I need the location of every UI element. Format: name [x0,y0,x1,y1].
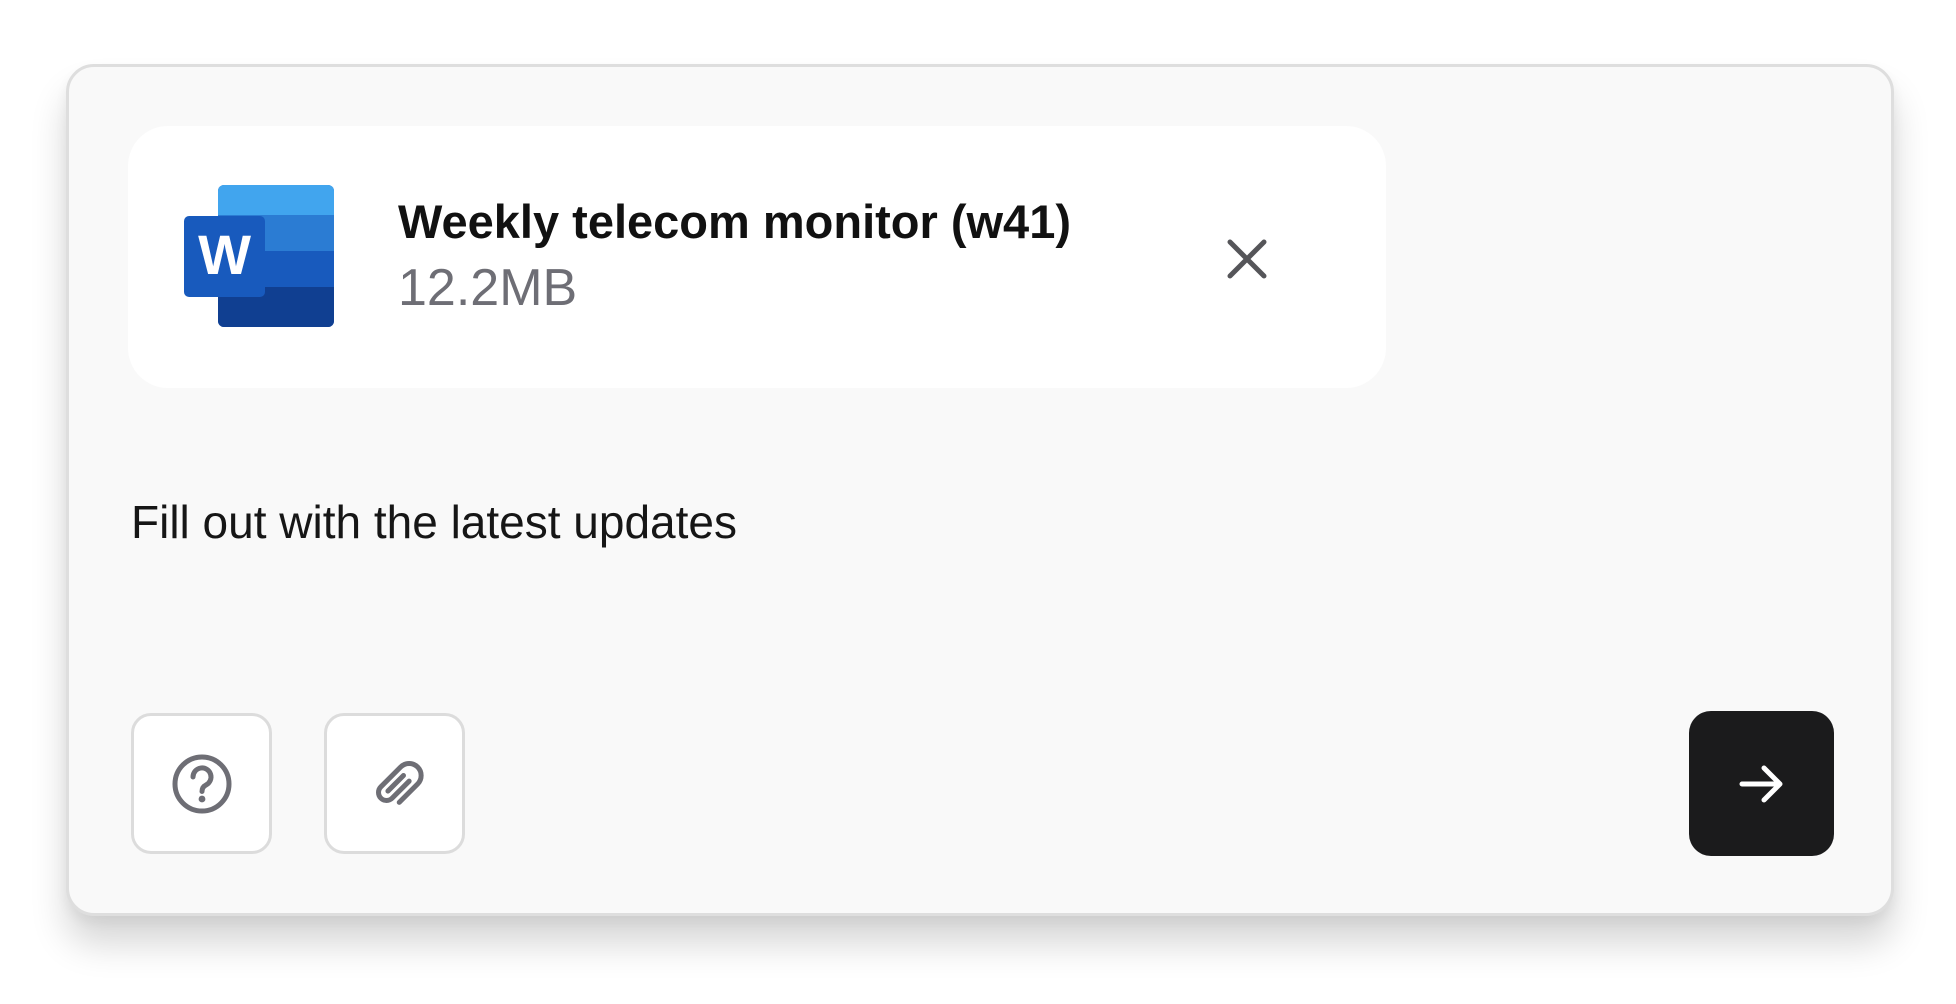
attach-file-button[interactable] [324,713,465,854]
prompt-input[interactable]: Fill out with the latest updates [131,494,737,550]
file-info: Weekly telecom monitor (w41) 12.2MB [398,194,1071,318]
attachment-card: W Weekly telecom monitor (w41) 12.2MB [128,126,1386,388]
send-button[interactable] [1689,711,1834,856]
file-name: Weekly telecom monitor (w41) [398,195,1071,248]
paperclip-icon [375,760,424,805]
remove-attachment-button[interactable] [1212,224,1282,294]
word-icon: W [184,185,334,327]
help-button[interactable] [131,713,272,854]
message-composer: W Weekly telecom monitor (w41) 12.2MB Fi… [66,64,1894,916]
file-size: 12.2MB [398,259,578,317]
close-icon [1227,239,1267,279]
question-circle-icon [172,754,231,813]
arrow-right-icon [1739,765,1782,802]
svg-text:W: W [198,223,251,286]
